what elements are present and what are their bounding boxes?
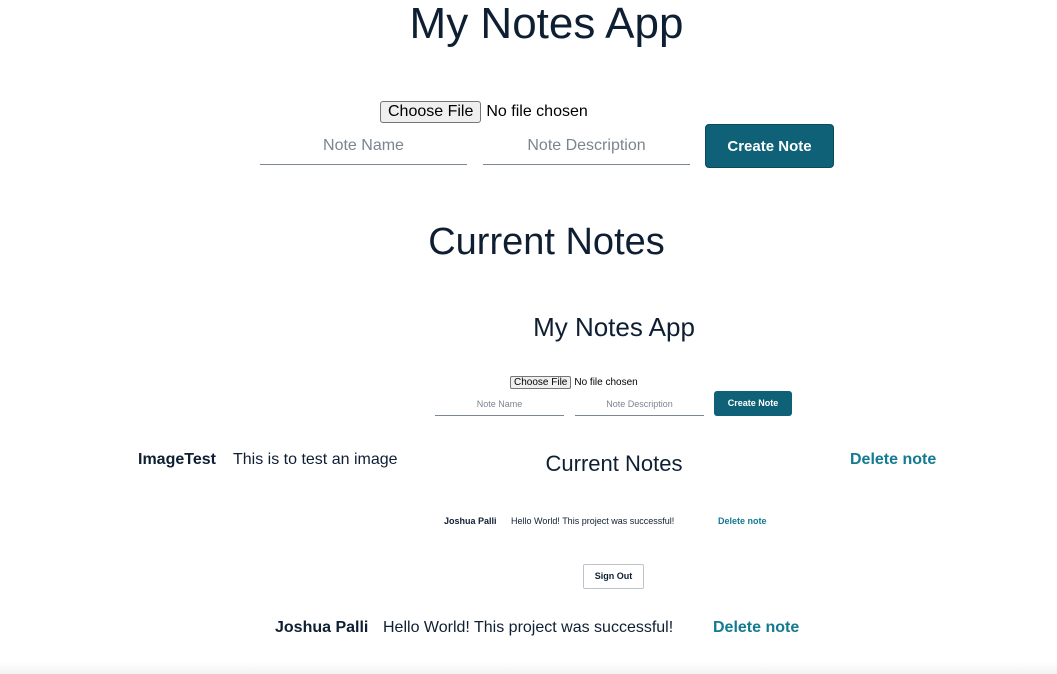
image-sign-out-button: Sign Out <box>583 564 644 589</box>
image-note-description-input: Note Description <box>575 395 704 416</box>
note-description: Hello World! This project was successful… <box>383 619 674 636</box>
note-name: Joshua Palli <box>275 619 369 636</box>
image-file-status: No file chosen <box>574 377 638 388</box>
app-title: My Notes App <box>409 0 684 48</box>
image-file-upload: Choose File No file chosen <box>510 376 638 389</box>
image-note-name-input: Note Name <box>435 395 564 416</box>
image-app-title: My Notes App <box>533 312 695 342</box>
image-note-description: Hello World! This project was successful… <box>511 516 675 526</box>
image-create-note-button: Create Note <box>714 391 792 416</box>
notes-app-page: My Notes App Choose File No file chosen … <box>0 0 1057 674</box>
current-notes-heading: Current Notes <box>428 221 665 263</box>
file-upload: Choose File No file chosen <box>380 101 588 123</box>
delete-note-button[interactable]: Delete note <box>713 619 799 637</box>
image-note-name: Joshua Palli <box>444 516 497 526</box>
note-image: My Notes App Choose File No file chosen … <box>420 300 808 600</box>
image-delete-note-link: Delete note <box>718 516 767 526</box>
create-note-button[interactable]: Create Note <box>705 124 834 168</box>
note-description: This is to test an image <box>233 451 398 468</box>
note-name: ImageTest <box>138 451 216 468</box>
bottom-divider <box>0 662 1057 674</box>
image-choose-file-button: Choose File <box>510 376 572 389</box>
file-status-text: No file chosen <box>486 103 588 120</box>
note-description-input[interactable] <box>483 128 690 165</box>
choose-file-button[interactable]: Choose File <box>380 101 482 123</box>
delete-note-button[interactable]: Delete note <box>850 451 936 469</box>
image-current-notes-heading: Current Notes <box>545 451 683 476</box>
note-name-input[interactable] <box>260 128 467 165</box>
